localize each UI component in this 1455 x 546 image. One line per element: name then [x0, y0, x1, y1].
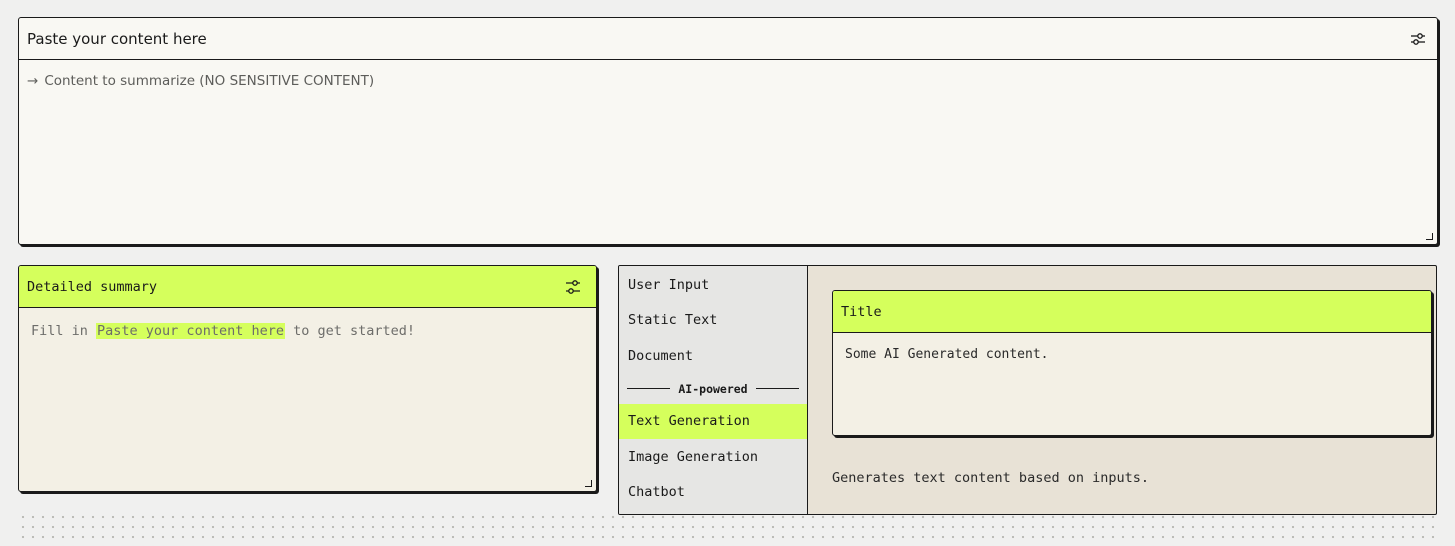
preview-description: Generates text content based on inputs. [832, 470, 1149, 486]
divider-label: AI-powered [678, 381, 748, 396]
preview-card-body: Some AI Generated content. [845, 347, 1049, 362]
menu-item-chatbot[interactable]: Chatbot [619, 475, 807, 511]
summary-body: Fill in Paste your content here to get s… [19, 308, 596, 354]
summary-prefix: Fill in [31, 323, 97, 339]
preview-card: Title Some AI Generated content. [832, 290, 1432, 436]
menu-divider-ai-powered: AI-powered [619, 374, 807, 404]
summary-suffix: to get started! [284, 323, 416, 339]
sliders-icon[interactable] [562, 276, 584, 298]
divider-line [627, 388, 671, 389]
widget-menu: User Input Static Text Document AI-power… [619, 266, 808, 514]
dotted-background [18, 512, 1438, 546]
widget-gallery: User Input Static Text Document AI-power… [618, 265, 1437, 515]
menu-item-static-text[interactable]: Static Text [619, 303, 807, 339]
resize-handle[interactable] [1426, 233, 1433, 240]
summary-panel-title: Detailed summary [27, 278, 158, 295]
summary-panel: Detailed summary Fill in Paste your cont… [18, 265, 597, 492]
widget-preview: Title Some AI Generated content. Generat… [808, 266, 1436, 514]
input-panel-title: Paste your content here [27, 29, 207, 48]
resize-handle[interactable] [585, 480, 592, 487]
summary-field-reference: Paste your content here [96, 323, 285, 339]
preview-card-title: Title [833, 291, 1431, 333]
content-input-panel[interactable]: Paste your content here → Content to sum… [18, 17, 1438, 245]
menu-item-image-generation[interactable]: Image Generation [619, 439, 807, 475]
divider-line [755, 388, 799, 389]
content-placeholder: Content to summarize (NO SENSITIVE CONTE… [44, 73, 375, 89]
menu-item-document[interactable]: Document [619, 338, 807, 374]
menu-item-user-input[interactable]: User Input [619, 267, 807, 303]
summary-panel-header: Detailed summary [19, 266, 596, 308]
input-panel-header: Paste your content here [19, 18, 1437, 60]
arrow-right-icon: → [27, 73, 39, 89]
menu-item-text-generation[interactable]: Text Generation [619, 403, 807, 439]
sliders-icon[interactable] [1407, 28, 1429, 50]
content-textarea[interactable]: → Content to summarize (NO SENSITIVE CON… [19, 60, 1437, 102]
